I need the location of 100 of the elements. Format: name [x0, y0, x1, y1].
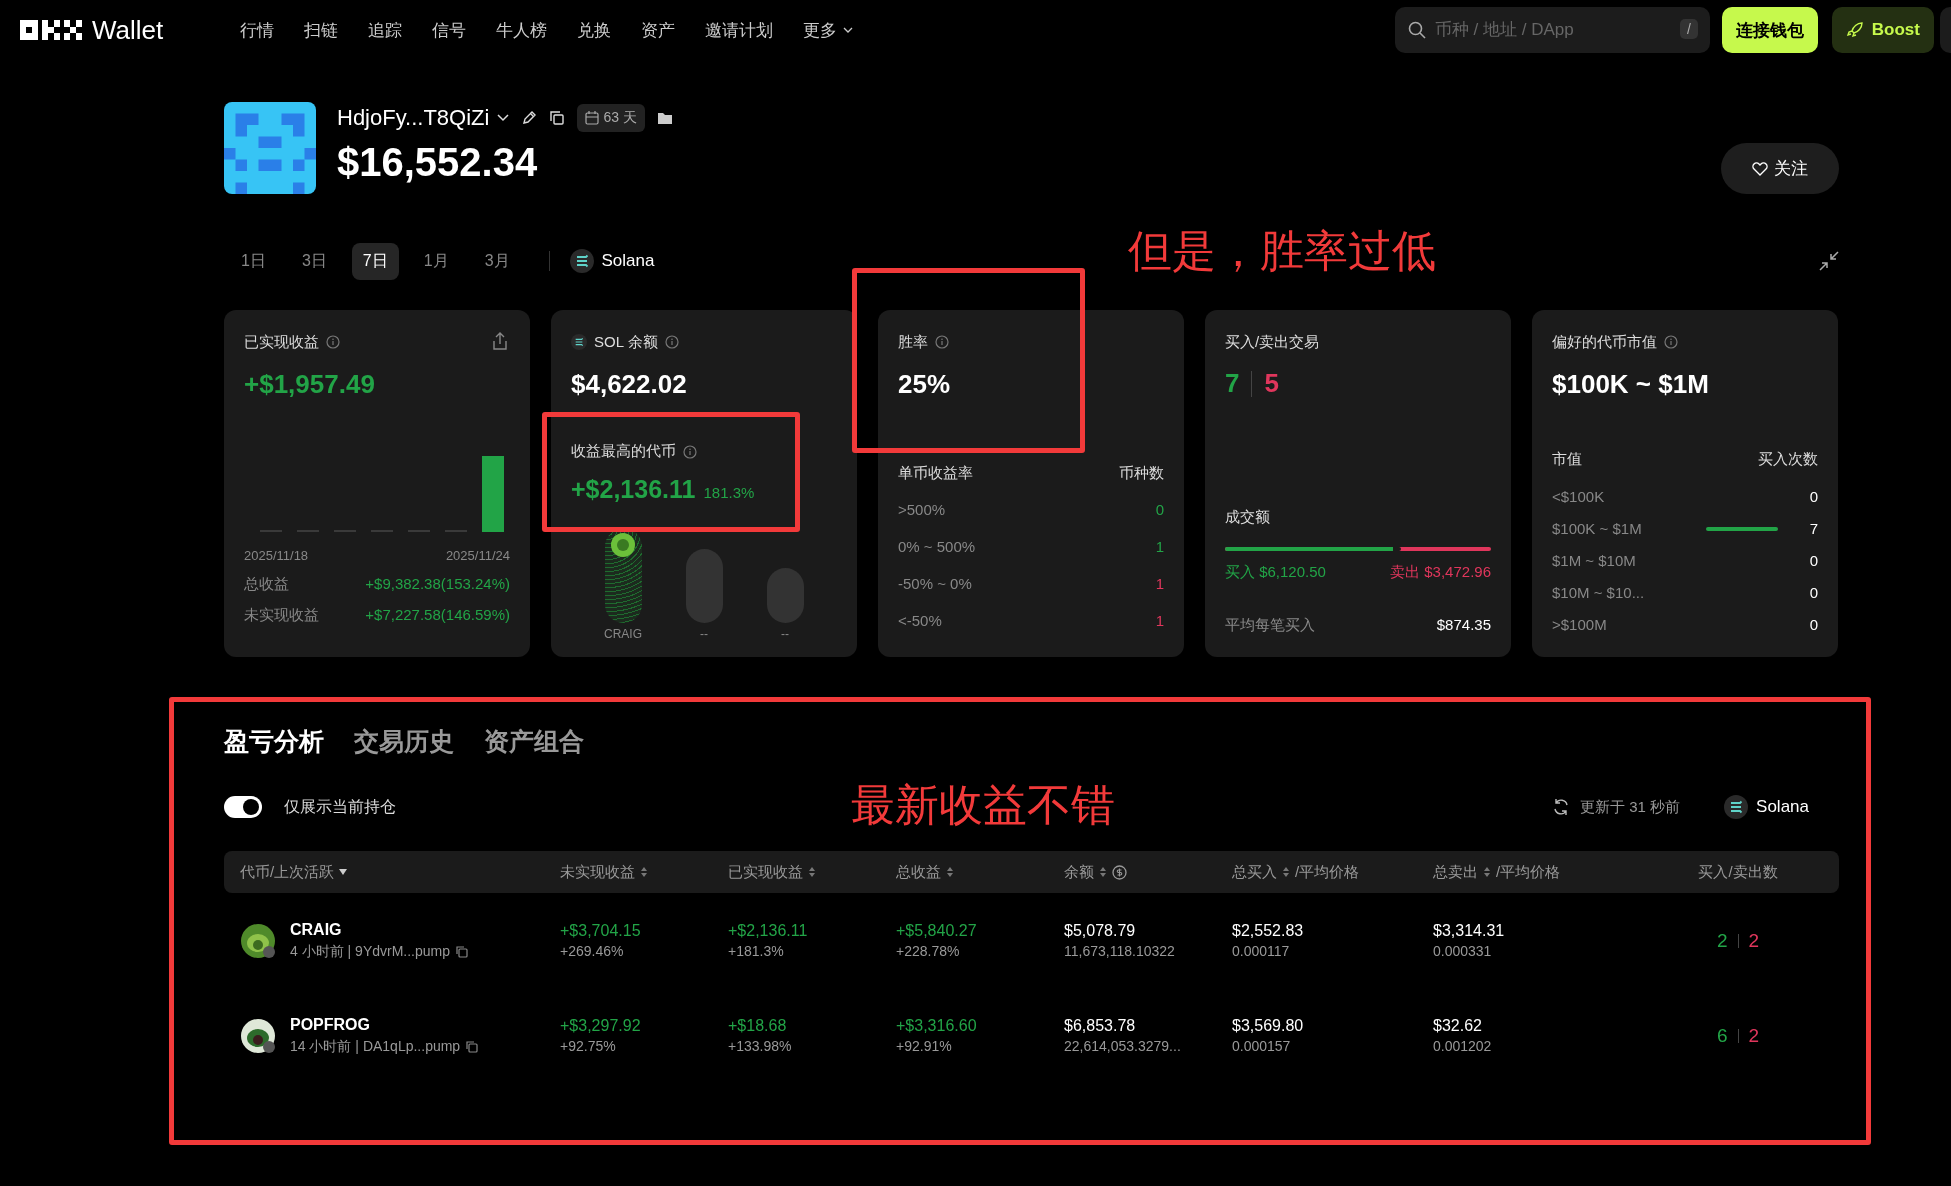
- period-tab[interactable]: 3日: [290, 242, 338, 280]
- table-cell-text: +92.91%: [896, 1038, 953, 1054]
- table-cell-text: $6,853.78: [1064, 1017, 1137, 1035]
- nav-link[interactable]: 邀请计划: [705, 18, 773, 42]
- column-header[interactable]: 总收益: [896, 862, 941, 882]
- column-header[interactable]: 总买入: [1232, 862, 1277, 882]
- period-tab[interactable]: 7日: [351, 242, 399, 280]
- section-tab[interactable]: 交易历史: [354, 725, 454, 758]
- column-header[interactable]: /平均价格: [1295, 862, 1360, 882]
- column-header[interactable]: 未实现收益: [560, 862, 635, 882]
- copy-icon[interactable]: [456, 945, 468, 958]
- range-label: <$100K: [1552, 488, 1606, 505]
- sort-icon[interactable]: [1282, 866, 1290, 878]
- section-tab[interactable]: 盈亏分析: [224, 725, 324, 758]
- period-tab[interactable]: 1日: [230, 242, 277, 280]
- table-cell-text: $2,552.83: [1232, 922, 1305, 940]
- column-header[interactable]: 总卖出: [1433, 862, 1478, 882]
- table-cell-text: +$18.68: [728, 1017, 788, 1035]
- top-token-percent: 181.3%: [703, 484, 755, 501]
- buy-count: 7: [1225, 368, 1240, 399]
- sell-count: 2: [1748, 929, 1760, 952]
- nav-link[interactable]: 行情: [240, 18, 274, 42]
- row-label: 未实现收益: [244, 606, 319, 625]
- caret-down-icon: [497, 114, 510, 122]
- nav-link[interactable]: 牛人榜: [496, 18, 547, 42]
- copy-icon[interactable]: [466, 1040, 479, 1053]
- period-tab[interactable]: 3月: [473, 242, 521, 280]
- column-header[interactable]: 已实现收益: [728, 862, 803, 882]
- info-icon: [935, 335, 949, 349]
- range-label: $1M ~ $10M: [1552, 552, 1637, 569]
- connect-wallet-button[interactable]: 连接钱包: [1721, 7, 1818, 53]
- folder-icon[interactable]: [656, 111, 673, 125]
- rocket-icon: [1845, 21, 1864, 39]
- updated-time: 更新于 31 秒前: [1580, 797, 1681, 817]
- column-header[interactable]: 代币/上次活跃: [240, 862, 335, 882]
- nav-link[interactable]: 兑换: [577, 18, 611, 42]
- section-tab[interactable]: 资产组合: [484, 725, 584, 758]
- table-cell-text: +269.46%: [560, 943, 625, 959]
- nav-link[interactable]: 信号: [432, 18, 466, 42]
- range-label: $10M ~ $10...: [1552, 584, 1646, 601]
- annotation-text: 但是，胜率过低: [1128, 225, 1436, 277]
- token-label: --: [700, 627, 708, 641]
- sort-icon[interactable]: [808, 866, 816, 878]
- nav-link[interactable]: 资产: [641, 18, 675, 42]
- collapse-icon[interactable]: [1819, 251, 1839, 271]
- follow-button[interactable]: 关注: [1721, 143, 1839, 194]
- nav-link[interactable]: 追踪: [368, 18, 402, 42]
- table-cell-text: 0.000117: [1232, 943, 1291, 959]
- wallet-name[interactable]: HdjoFy...T8QiZi: [337, 105, 510, 131]
- copy-icon[interactable]: [549, 110, 566, 126]
- table-cell-text: $32.62: [1433, 1017, 1483, 1035]
- token-label: --: [781, 627, 789, 641]
- count: 0: [1808, 488, 1818, 505]
- sell-count: 5: [1264, 368, 1279, 399]
- token-avatar[interactable]: [240, 1017, 276, 1054]
- range-label: 0% ~ 500%: [898, 538, 976, 555]
- token-avatar[interactable]: [240, 922, 276, 959]
- table-cell-text: +181.3%: [728, 943, 785, 959]
- calendar-icon: [585, 111, 600, 125]
- token-name[interactable]: CRAIG: [290, 920, 468, 939]
- boost-button[interactable]: Boost: [1831, 7, 1934, 53]
- card-value: $4,622.02: [571, 368, 688, 400]
- column-header: 币种数: [1119, 464, 1164, 483]
- sell-volume: 卖出 $3,472.96: [1390, 563, 1491, 582]
- sell-count: 2: [1748, 1024, 1760, 1047]
- sort-icon[interactable]: [946, 866, 954, 878]
- toggle-switch[interactable]: [224, 796, 262, 818]
- token-avatar: [609, 532, 636, 558]
- chain-selector[interactable]: Solana: [569, 249, 655, 273]
- token-meta: 4 小时前 | 9YdvrM...pump: [290, 942, 450, 961]
- heart-icon: [1752, 161, 1768, 176]
- nav-link[interactable]: 更多: [803, 18, 853, 42]
- share-icon[interactable]: [492, 332, 508, 350]
- range-label: <-50%: [898, 612, 942, 629]
- row-label: 平均每笔买入: [1225, 616, 1315, 635]
- range-label: -50% ~ 0%: [898, 575, 972, 592]
- logo-icon[interactable]: [20, 20, 82, 40]
- period-tab[interactable]: 1月: [412, 242, 460, 280]
- count: 1: [1155, 575, 1164, 592]
- sort-icon[interactable]: [1483, 866, 1491, 878]
- column-header[interactable]: /平均价格: [1496, 862, 1561, 882]
- table-cell-text: +228.78%: [896, 943, 961, 959]
- date-label: 2025/11/18: [244, 548, 309, 563]
- coin-icon[interactable]: [1112, 864, 1127, 880]
- card-title: 胜率: [898, 332, 928, 352]
- nav-link[interactable]: 扫链: [304, 18, 338, 42]
- table-cell-text: 0.001202: [1433, 1038, 1493, 1054]
- edit-icon[interactable]: [521, 110, 538, 126]
- range-label: >$100M: [1552, 616, 1608, 633]
- row-value: +$7,227.58(146.59%): [365, 606, 510, 625]
- chain-selector[interactable]: Solana: [1724, 795, 1809, 819]
- column-header: 买入次数: [1758, 450, 1818, 469]
- column-header[interactable]: 余额: [1064, 862, 1094, 882]
- sort-icon[interactable]: [1099, 866, 1107, 878]
- column-header[interactable]: 买入/卖出数: [1698, 862, 1778, 882]
- sort-caret-icon[interactable]: [339, 869, 348, 875]
- sort-icon[interactable]: [640, 866, 648, 878]
- total-balance: $16,552.34: [337, 140, 539, 185]
- token-name[interactable]: POPFROG: [290, 1015, 479, 1034]
- refresh-icon[interactable]: [1552, 798, 1571, 816]
